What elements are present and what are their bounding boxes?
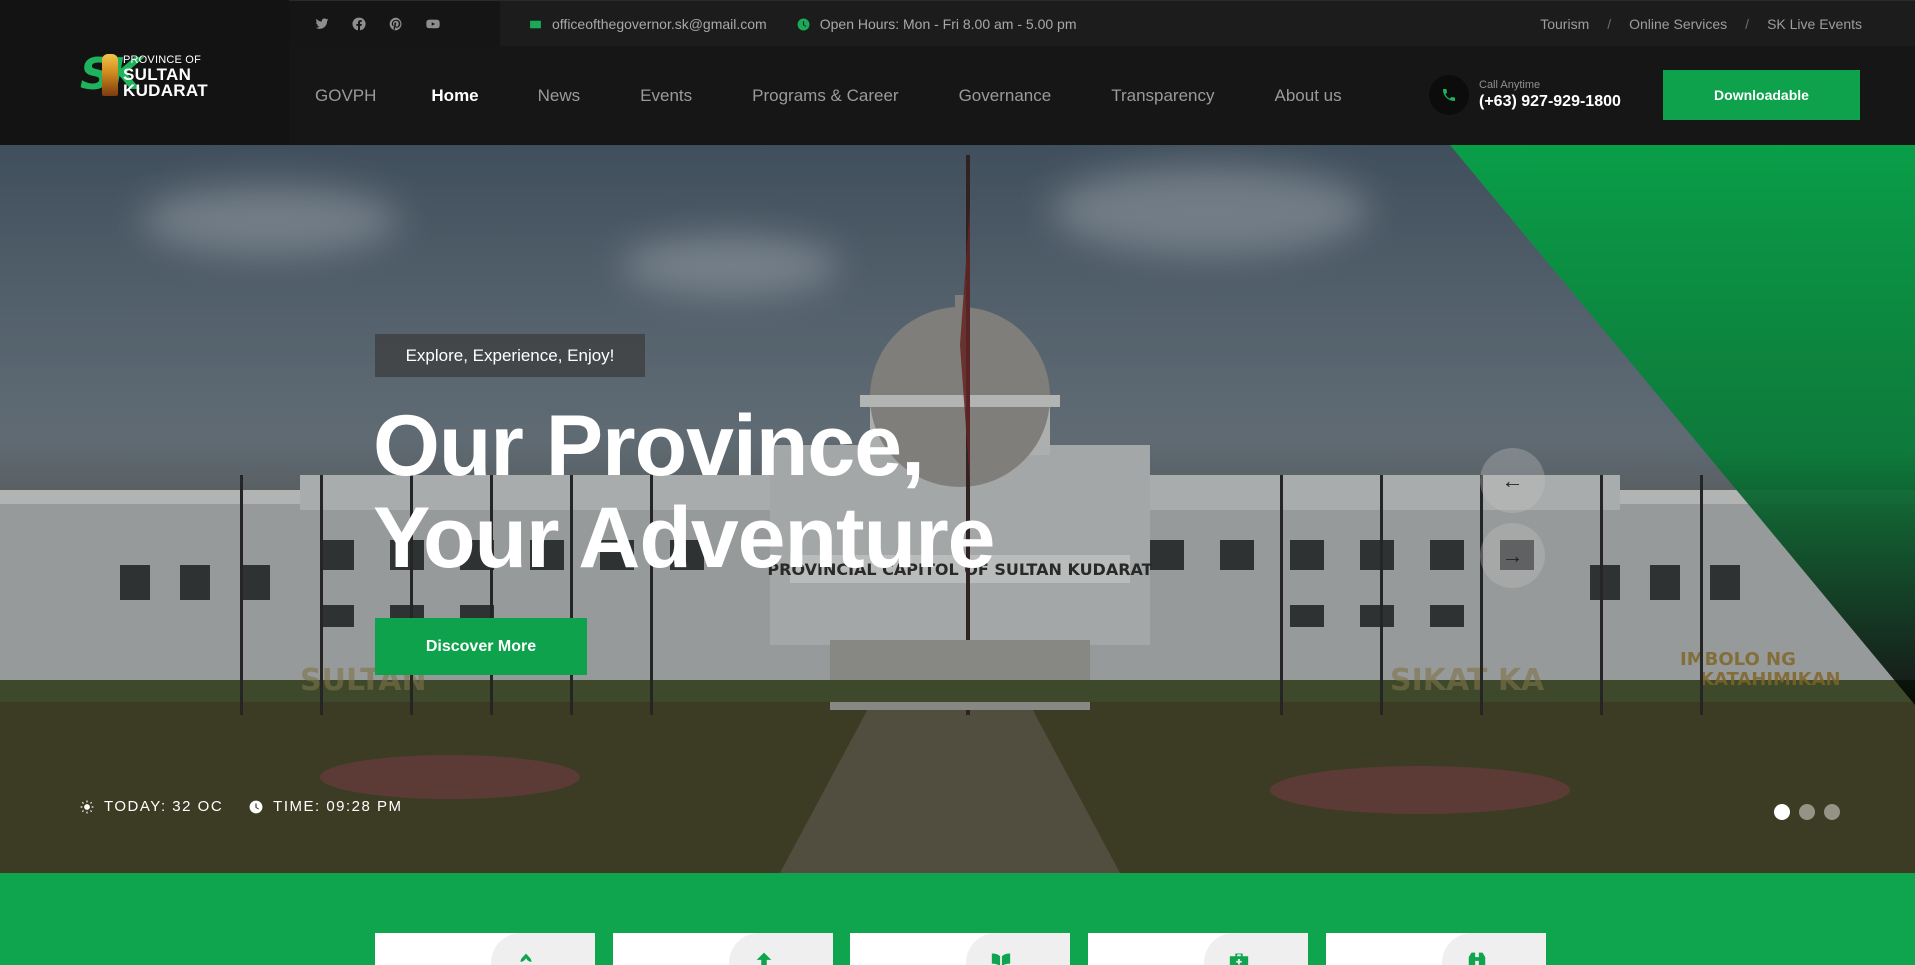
nav-item-about-us[interactable]: About us [1275,86,1342,106]
phone-icon [1443,89,1455,101]
service-card-tab [729,933,833,965]
call-label: Call Anytime [1479,78,1541,91]
service-card[interactable] [1326,933,1546,965]
top-link-sk-live-events[interactable]: SK Live Events [1767,16,1862,32]
nav-item-programs-career[interactable]: Programs & Career [752,86,898,106]
site-logo[interactable]: SK PROVINCE OF SULTAN KUDARAT [80,52,220,100]
hero-title-line-2: Your Adventure [373,490,996,586]
slider-prev-button[interactable]: ← [1480,448,1545,513]
slider-dot-1[interactable] [1774,804,1790,820]
logo-line-3: KUDARAT [123,81,208,100]
clock-icon [249,800,263,813]
call-text: Call Anytime (+63) 927-929-1800 [1479,79,1621,112]
discover-more-button[interactable]: Discover More [375,618,587,675]
logo-text: PROVINCE OF SULTAN KUDARAT [123,54,208,99]
downloadable-button[interactable]: Downloadable [1663,70,1860,120]
email-contact[interactable]: officeofthegovernor.sk@gmail.com [529,16,767,32]
hero-slider: PROVINCIAL CAPITOL OF SULTAN KUDARAT SUL… [0,145,1915,873]
weather-today: TODAY: 32 OC [80,798,223,815]
call-anytime[interactable]: Call Anytime (+63) 927-929-1800 [1429,75,1621,115]
slider-dot-3[interactable] [1824,804,1840,820]
sun-icon [80,800,94,813]
slider-pagination [1774,804,1840,820]
upload-icon [756,952,772,965]
open-hours: Open Hours: Mon - Fri 8.00 am - 5.00 pm [797,16,1077,32]
main-nav: GOVPH Home News Events Programs & Career… [315,46,1342,145]
arrow-right-icon: → [1501,542,1524,568]
envelope-icon [530,20,541,28]
services-band [0,873,1915,965]
nav-item-governance[interactable]: Governance [959,86,1052,106]
current-time: TIME: 09:28 PM [249,798,402,815]
pinterest-icon[interactable] [388,16,404,32]
clock-icon [797,18,810,30]
service-card[interactable] [1088,933,1308,965]
logo-figure-icon [102,54,118,96]
service-card-tab [1204,933,1308,965]
top-link-separator: / [1607,16,1612,32]
hero-title-line-1: Our Province, [373,398,925,494]
service-card[interactable] [850,933,1070,965]
page: SK PROVINCE OF SULTAN KUDARAT [0,0,1915,965]
weather-time-bar: TODAY: 32 OC TIME: 09:28 PM [80,798,403,815]
hero-tagline: Explore, Experience, Enjoy! [375,334,645,377]
nav-item-govph[interactable]: GOVPH [315,86,376,106]
open-hours-text: Open Hours: Mon - Fri 8.00 am - 5.00 pm [819,16,1077,32]
nav-item-news[interactable]: News [538,86,581,106]
slider-next-button[interactable]: → [1480,523,1545,588]
arrow-left-icon: ← [1501,467,1524,493]
top-link-tourism[interactable]: Tourism [1540,16,1589,32]
slider-dot-2[interactable] [1799,804,1815,820]
facebook-icon[interactable] [351,16,367,32]
phone-icon-circle [1429,75,1469,115]
service-card-tab [966,933,1070,965]
service-card-tab [1442,933,1546,965]
top-link-online-services[interactable]: Online Services [1629,16,1727,32]
logo-block: SK PROVINCE OF SULTAN KUDARAT [0,0,289,145]
email-text: officeofthegovernor.sk@gmail.com [552,16,767,32]
nav-item-events[interactable]: Events [640,86,692,106]
youtube-icon[interactable] [425,16,441,32]
nav-item-transparency[interactable]: Transparency [1111,86,1214,106]
nav-item-home[interactable]: Home [431,86,478,106]
hero-title: Our Province, Your Adventure [373,398,996,586]
social-links [289,1,500,47]
service-card[interactable] [375,933,595,965]
call-number: (+63) 927-929-1800 [1479,92,1621,110]
weather-text: TODAY: 32 OC [104,798,224,815]
service-card-tab [491,933,595,965]
binoculars-icon [1468,952,1486,965]
site-header: SK PROVINCE OF SULTAN KUDARAT [0,0,1915,145]
top-link-separator: / [1745,16,1750,32]
book-icon [991,953,1011,965]
service-card[interactable] [613,933,833,965]
medical-kit-icon [1229,953,1249,965]
top-bar: officeofthegovernor.sk@gmail.com Open Ho… [289,0,1915,47]
twitter-icon[interactable] [314,16,330,32]
contact-info: officeofthegovernor.sk@gmail.com Open Ho… [529,1,1077,47]
leaf-icon [520,953,532,962]
time-text: TIME: 09:28 PM [273,798,403,815]
top-links: Tourism / Online Services / SK Live Even… [1540,1,1862,47]
